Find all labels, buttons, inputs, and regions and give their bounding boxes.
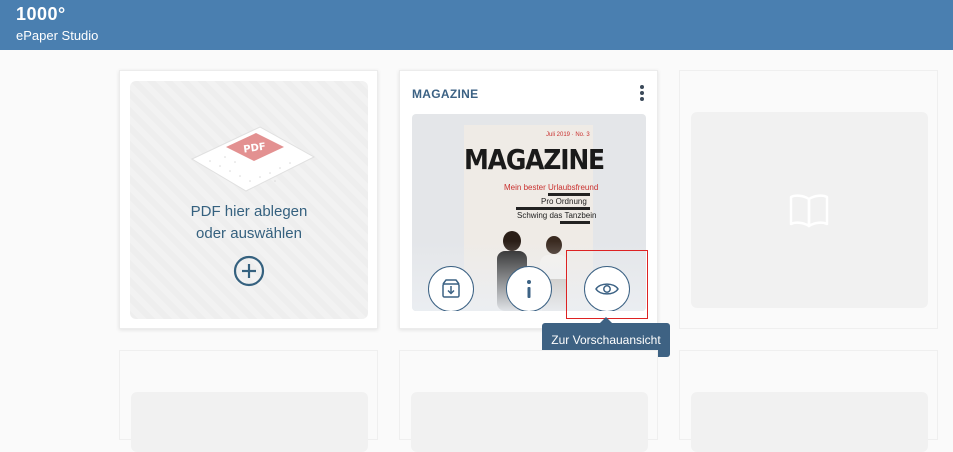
placeholder-card [679, 350, 938, 452]
pdf-document-icon: PDF [190, 126, 316, 192]
download-box-icon [442, 279, 460, 298]
placeholder-card [399, 350, 658, 452]
placeholder-card [679, 70, 938, 329]
upload-text-line2: oder auswählen [196, 225, 302, 242]
top-bar: 1000° ePaper Studio [0, 0, 953, 50]
cover-headline-1: Mein bester Urlaubsfreund [504, 183, 599, 192]
placeholder-inner [411, 392, 648, 452]
cover-headline-3: Schwing das Tanzbein [517, 211, 597, 220]
open-book-icon [789, 194, 829, 228]
placeholder-inner [691, 112, 928, 308]
placeholder-inner [131, 392, 368, 452]
kebab-menu-icon[interactable] [638, 84, 646, 104]
placeholder-card [119, 350, 378, 452]
upload-dropzone[interactable]: PDF PDF hier ablegen oder auswählen [130, 81, 368, 319]
cover-rule [560, 221, 590, 224]
placeholder-inner [691, 392, 928, 452]
upload-card[interactable]: PDF PDF hier ablegen oder auswählen [119, 70, 378, 329]
plus-circle-icon[interactable] [233, 255, 265, 287]
cover-masthead: MAGAZINE [464, 143, 605, 176]
cover-issue: Juli 2019 · No. 3 [546, 132, 590, 138]
info-button[interactable] [506, 266, 552, 311]
highlight-box [566, 250, 648, 319]
upload-text-line1: PDF hier ablegen [190, 203, 308, 220]
publication-title: MAGAZINE [412, 87, 479, 101]
brand-logo[interactable]: 1000° [16, 4, 66, 25]
cover-rule [516, 207, 590, 210]
download-button[interactable] [428, 266, 474, 311]
info-icon [527, 280, 531, 298]
cover-rule [548, 193, 590, 196]
cover-headline-2: Pro Ordnung [541, 197, 587, 206]
app-name: ePaper Studio [16, 28, 99, 43]
